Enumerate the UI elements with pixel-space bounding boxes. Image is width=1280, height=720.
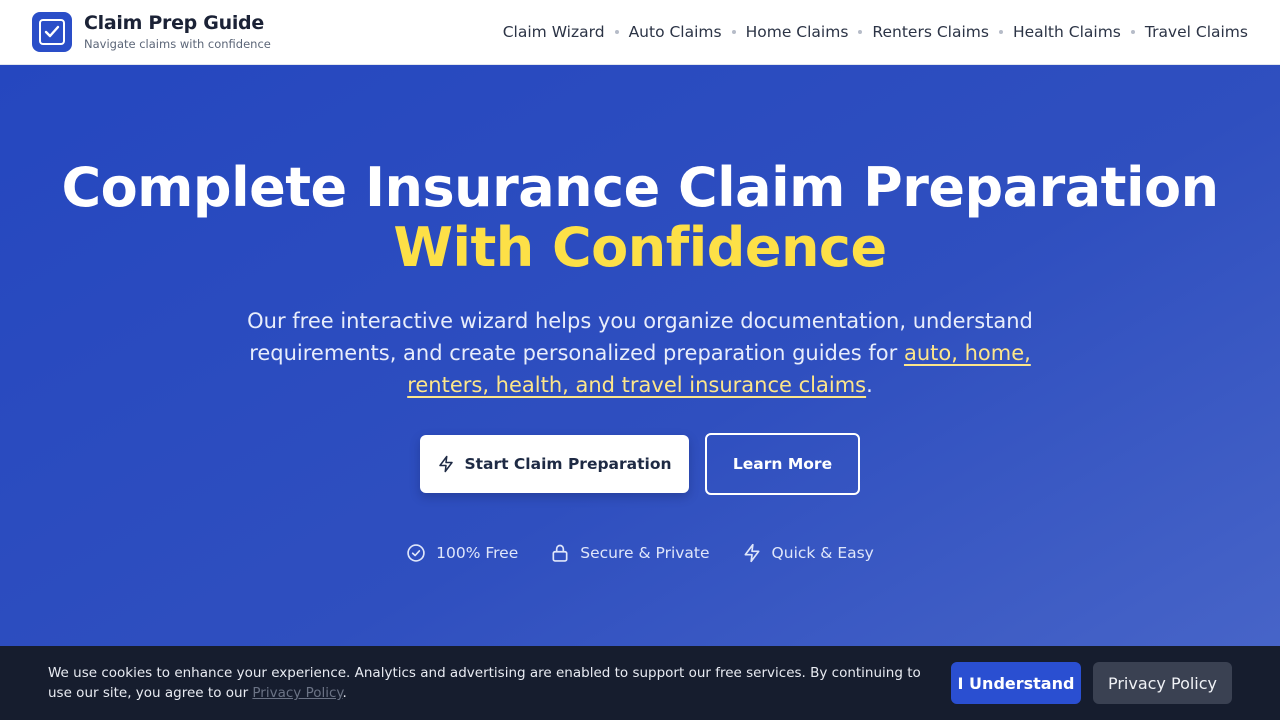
learn-more-label: Learn More bbox=[732, 455, 833, 473]
hero-description-end: . bbox=[866, 373, 873, 397]
nav-separator bbox=[998, 30, 1003, 34]
cookie-message-end: . bbox=[342, 685, 347, 701]
hero-section: Complete Insurance Claim Preparation Wit… bbox=[0, 65, 1280, 720]
nav-home-claims[interactable]: Home Claims bbox=[746, 23, 849, 41]
nav-renters-claims[interactable]: Renters Claims bbox=[872, 23, 989, 41]
nav-separator bbox=[858, 30, 863, 34]
feature-quick-label: Quick & Easy bbox=[771, 544, 874, 562]
feature-secure-label: Secure & Private bbox=[580, 544, 710, 562]
lightning-icon bbox=[744, 543, 760, 563]
cookie-text: We use cookies to enhance your experienc… bbox=[48, 663, 928, 703]
start-claim-preparation-label: Start Claim Preparation bbox=[464, 455, 672, 473]
nav-separator bbox=[731, 30, 736, 34]
cookie-banner: We use cookies to enhance your experienc… bbox=[0, 646, 1280, 720]
feature-free: 100% Free bbox=[406, 543, 518, 563]
lock-icon bbox=[552, 544, 568, 562]
brand[interactable]: Claim Prep Guide Navigate claims with co… bbox=[32, 12, 271, 52]
nav-claim-wizard[interactable]: Claim Wizard bbox=[503, 23, 605, 41]
start-claim-preparation-button[interactable]: Start Claim Preparation bbox=[420, 435, 689, 493]
nav-health-claims[interactable]: Health Claims bbox=[1013, 23, 1121, 41]
nav-travel-claims[interactable]: Travel Claims bbox=[1145, 23, 1248, 41]
lightning-icon bbox=[439, 455, 454, 473]
feature-list: 100% Free Secure & Private Quick & Easy bbox=[0, 543, 1280, 563]
hero-description: Our free interactive wizard helps you or… bbox=[240, 305, 1040, 401]
cookie-privacy-link[interactable]: Privacy Policy bbox=[252, 685, 342, 701]
cookie-actions: I Understand Privacy Policy bbox=[951, 662, 1232, 704]
hero-title-accent: With Confidence bbox=[393, 216, 887, 279]
privacy-policy-button[interactable]: Privacy Policy bbox=[1093, 662, 1232, 704]
feature-quick: Quick & Easy bbox=[742, 543, 874, 563]
check-circle-icon bbox=[407, 544, 425, 562]
nav-separator bbox=[1130, 30, 1135, 34]
cookie-message: We use cookies to enhance your experienc… bbox=[48, 665, 921, 701]
nav-separator bbox=[614, 30, 619, 34]
checkbox-icon bbox=[32, 12, 72, 52]
i-understand-label: I Understand bbox=[957, 673, 1075, 693]
nav-auto-claims[interactable]: Auto Claims bbox=[629, 23, 722, 41]
brand-title: Claim Prep Guide bbox=[84, 12, 264, 34]
learn-more-button[interactable]: Learn More bbox=[705, 433, 860, 495]
brand-tagline: Navigate claims with confidence bbox=[84, 37, 271, 51]
feature-secure: Secure & Private bbox=[550, 543, 710, 563]
site-header: Claim Prep Guide Navigate claims with co… bbox=[0, 0, 1280, 65]
hero-title: Complete Insurance Claim Preparation Wit… bbox=[0, 158, 1280, 278]
main-nav: Claim Wizard Auto Claims Home Claims Ren… bbox=[503, 23, 1248, 41]
feature-free-label: 100% Free bbox=[436, 544, 519, 562]
i-understand-button[interactable]: I Understand bbox=[951, 662, 1081, 704]
privacy-policy-label: Privacy Policy bbox=[1107, 673, 1218, 693]
hero-title-line1: Complete Insurance Claim Preparation bbox=[61, 156, 1219, 219]
